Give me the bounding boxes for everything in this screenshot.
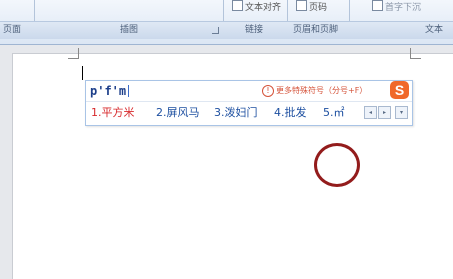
chevron-down-icon: ▾ bbox=[399, 109, 403, 116]
group-label-illustrations: 插图 bbox=[120, 25, 139, 35]
ribbon: 文本对齐 页码 首字下沉 页面 插图 链接 页眉和页脚 文本 bbox=[0, 0, 453, 45]
page-number-button[interactable]: 页码 bbox=[296, 0, 327, 13]
special-symbols-hint[interactable]: 更多特殊符号（分号+F） bbox=[276, 85, 367, 96]
chevron-left-icon: ◂ bbox=[368, 109, 372, 116]
ime-composition-row: p'f'm ! 更多特殊符号（分号+F） S bbox=[86, 81, 412, 102]
ribbon-group-labels: 页面 插图 链接 页眉和页脚 文本 bbox=[0, 21, 453, 39]
ribbon-controls: 文本对齐 页码 首字下沉 bbox=[0, 0, 453, 20]
dropcap-icon bbox=[372, 0, 383, 11]
pinyin-input[interactable]: p'f'm bbox=[90, 83, 126, 99]
info-circle-icon: ! bbox=[262, 85, 274, 97]
candidate-3[interactable]: 3.泼妇门 bbox=[214, 105, 258, 120]
text-cursor bbox=[82, 66, 83, 80]
margin-corner-mark-left bbox=[68, 48, 79, 59]
expand-candidates-button[interactable]: ▾ bbox=[395, 106, 408, 119]
word-window: 文本对齐 页码 首字下沉 页面 插图 链接 页眉和页脚 文本 p'f'm ! 更… bbox=[0, 0, 453, 279]
pinyin-cursor bbox=[128, 85, 129, 97]
group-label-text: 文本 bbox=[425, 25, 444, 35]
page-number-icon bbox=[296, 0, 307, 11]
margin-corner-mark-right bbox=[410, 48, 421, 59]
cross-reference-button[interactable]: 文本对齐 bbox=[232, 0, 281, 13]
candidate-4[interactable]: 4.批发 bbox=[274, 105, 307, 120]
group-label-pages: 页面 bbox=[3, 25, 22, 35]
group-label-links: 链接 bbox=[245, 25, 264, 35]
candidate-2[interactable]: 2.屏风马 bbox=[156, 105, 200, 120]
ime-candidate-window: p'f'm ! 更多特殊符号（分号+F） S 1.平方米 2.屏风马 3.泼妇门… bbox=[85, 80, 413, 126]
chevron-right-icon: ▸ bbox=[382, 109, 386, 116]
dropcap-button[interactable]: 首字下沉 bbox=[372, 0, 421, 13]
cross-reference-icon bbox=[232, 0, 243, 11]
highlight-circle-annotation bbox=[314, 143, 360, 187]
candidate-5[interactable]: 5.㎡ bbox=[323, 105, 345, 120]
illustrations-dialog-launcher[interactable] bbox=[212, 27, 219, 34]
group-label-header-footer: 页眉和页脚 bbox=[293, 25, 339, 35]
ime-candidate-row: 1.平方米 2.屏风马 3.泼妇门 4.批发 5.㎡ ◂ ▸ ▾ bbox=[86, 103, 412, 123]
prev-page-button[interactable]: ◂ bbox=[364, 106, 377, 119]
candidate-1[interactable]: 1.平方米 bbox=[91, 105, 135, 120]
sogou-logo-icon[interactable]: S bbox=[390, 81, 409, 99]
next-page-button[interactable]: ▸ bbox=[378, 106, 391, 119]
